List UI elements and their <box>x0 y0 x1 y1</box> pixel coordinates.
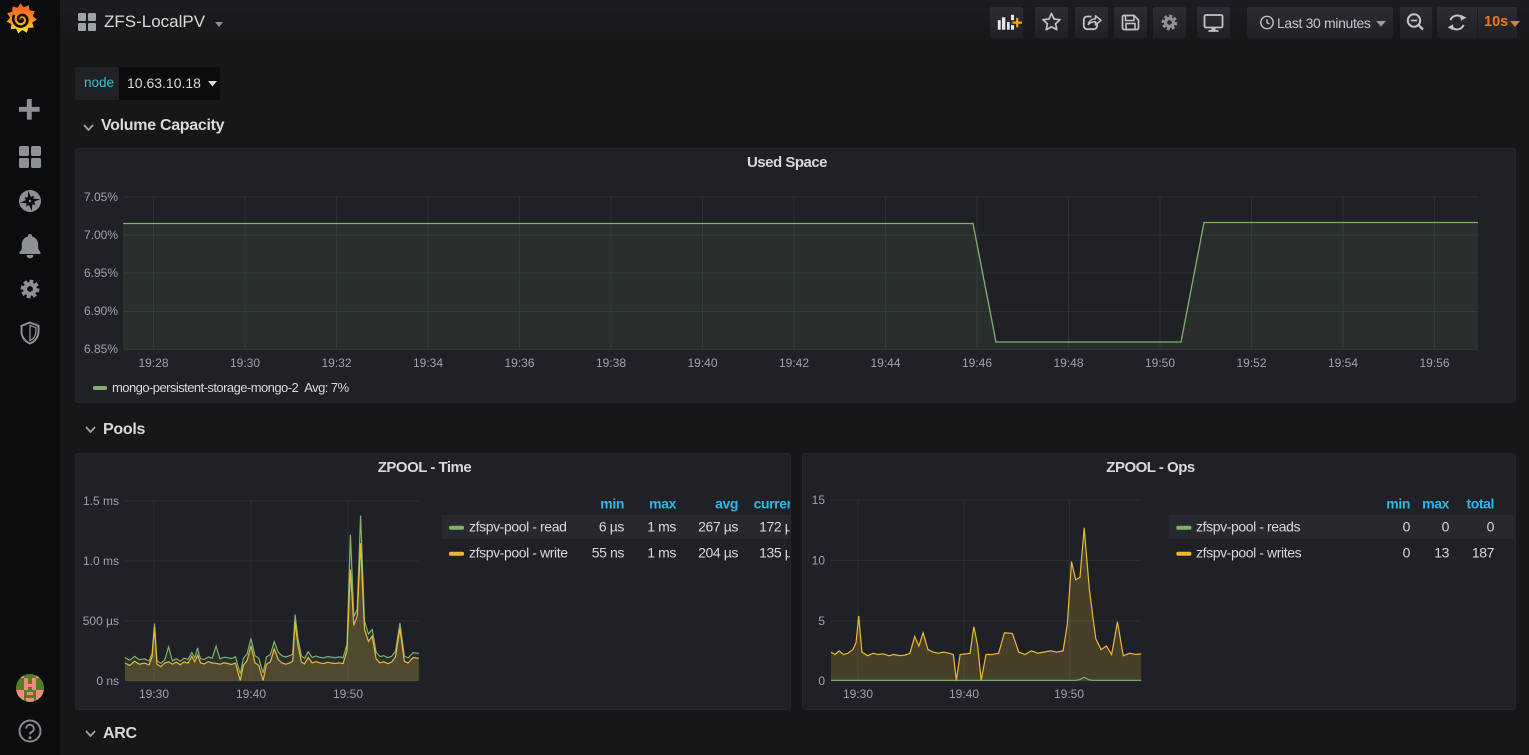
svg-text:19:52: 19:52 <box>1236 356 1266 370</box>
svg-text:19:30: 19:30 <box>230 356 260 370</box>
svg-text:15: 15 <box>812 493 826 507</box>
svg-text:avg: avg <box>715 496 738 512</box>
svg-text:19:50: 19:50 <box>333 687 363 701</box>
svg-text:1.0 ms: 1.0 ms <box>83 554 119 568</box>
svg-text:19:48: 19:48 <box>1053 356 1083 370</box>
svg-text:zfspv-pool - write: zfspv-pool - write <box>469 545 568 561</box>
svg-text:55 ns: 55 ns <box>592 545 625 561</box>
svg-text:19:34: 19:34 <box>413 356 443 370</box>
svg-text:19:32: 19:32 <box>321 356 351 370</box>
svg-text:6.85%: 6.85% <box>84 342 118 356</box>
svg-text:0: 0 <box>818 674 825 688</box>
svg-text:19:44: 19:44 <box>870 356 900 370</box>
svg-text:7.00%: 7.00% <box>84 228 118 242</box>
svg-text:5: 5 <box>818 614 825 628</box>
svg-text:19:42: 19:42 <box>779 356 809 370</box>
svg-text:1.5 ms: 1.5 ms <box>83 494 119 508</box>
svg-text:0: 0 <box>1403 545 1411 561</box>
svg-text:19:38: 19:38 <box>596 356 626 370</box>
svg-text:19:46: 19:46 <box>962 356 992 370</box>
svg-text:current: current <box>754 496 790 512</box>
svg-text:6 µs: 6 µs <box>599 519 625 535</box>
svg-text:zfspv-pool - read: zfspv-pool - read <box>469 519 566 535</box>
svg-text:19:40: 19:40 <box>687 356 717 370</box>
svg-text:total: total <box>1466 496 1494 512</box>
svg-text:19:56: 19:56 <box>1419 356 1449 370</box>
svg-text:0: 0 <box>1403 519 1411 535</box>
svg-text:204 µs: 204 µs <box>698 545 738 561</box>
svg-text:10: 10 <box>812 554 826 568</box>
svg-text:19:36: 19:36 <box>504 356 534 370</box>
svg-text:19:40: 19:40 <box>949 687 979 701</box>
svg-text:19:50: 19:50 <box>1054 687 1084 701</box>
svg-text:zfspv-pool - reads: zfspv-pool - reads <box>1196 519 1300 535</box>
svg-text:0: 0 <box>1442 519 1450 535</box>
svg-text:0: 0 <box>1487 519 1495 535</box>
svg-text:zfspv-pool - writes: zfspv-pool - writes <box>1196 545 1302 561</box>
svg-text:0 ns: 0 ns <box>96 674 119 688</box>
svg-text:19:40: 19:40 <box>236 687 266 701</box>
svg-text:187: 187 <box>1472 545 1495 561</box>
svg-text:19:54: 19:54 <box>1328 356 1358 370</box>
svg-text:13: 13 <box>1434 545 1449 561</box>
svg-text:6.90%: 6.90% <box>84 304 118 318</box>
svg-text:267 µs: 267 µs <box>698 519 738 535</box>
svg-text:7.05%: 7.05% <box>84 190 118 204</box>
svg-text:19:30: 19:30 <box>843 687 873 701</box>
svg-text:mongo-persistent-storage-mongo: mongo-persistent-storage-mongo-2 Avg: 7% <box>112 380 350 395</box>
svg-text:500 µs: 500 µs <box>83 614 119 628</box>
svg-text:max: max <box>1422 496 1449 512</box>
svg-text:1 ms: 1 ms <box>647 545 676 561</box>
svg-text:max: max <box>649 496 676 512</box>
svg-text:19:50: 19:50 <box>1145 356 1175 370</box>
svg-text:19:28: 19:28 <box>138 356 168 370</box>
svg-text:19:30: 19:30 <box>139 687 169 701</box>
svg-text:135 µs: 135 µs <box>759 545 790 561</box>
svg-text:6.95%: 6.95% <box>84 266 118 280</box>
svg-text:1 ms: 1 ms <box>647 519 676 535</box>
svg-text:min: min <box>1386 496 1410 512</box>
svg-text:172 µs: 172 µs <box>759 519 790 535</box>
svg-text:min: min <box>600 496 624 512</box>
